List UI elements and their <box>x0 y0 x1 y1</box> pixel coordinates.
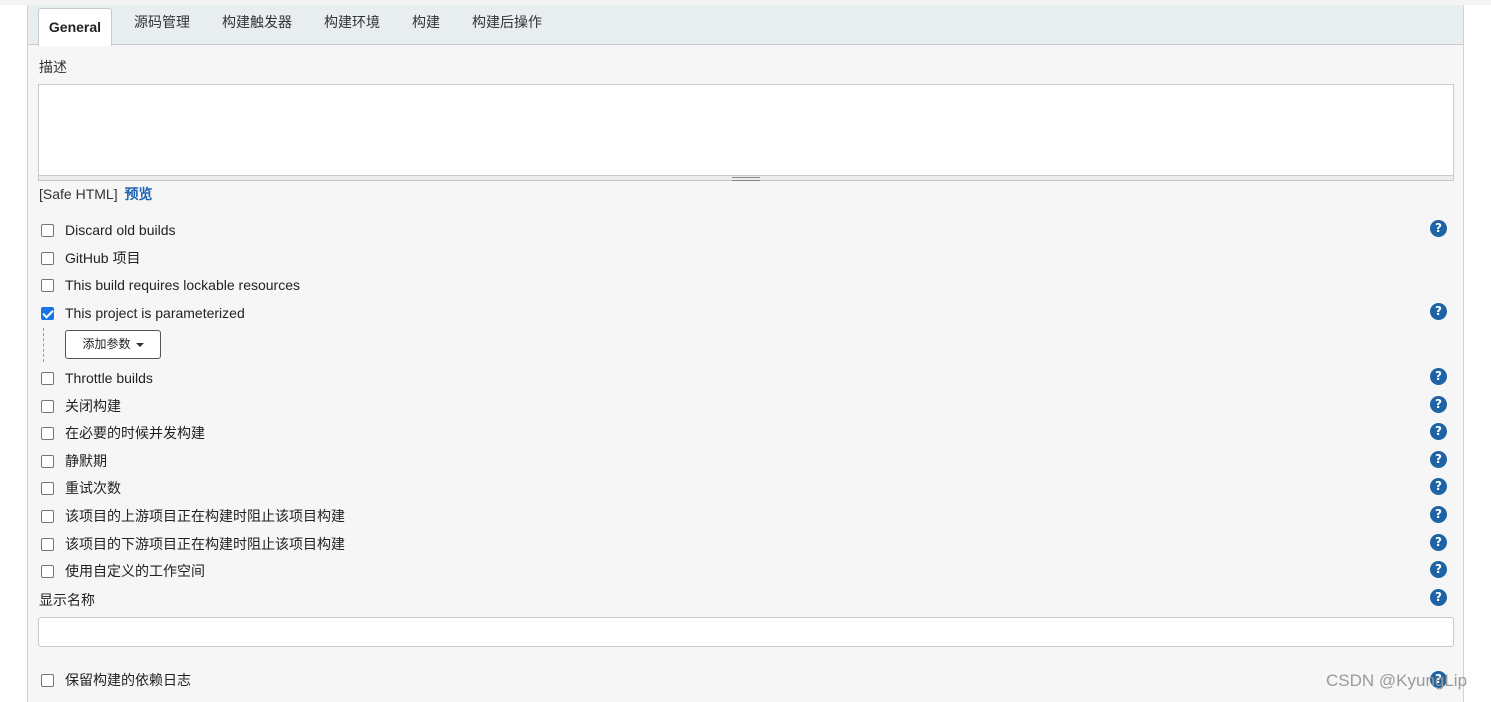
tab-post-build[interactable]: 构建后操作 <box>472 5 542 39</box>
tab-build[interactable]: 构建 <box>412 5 440 39</box>
tab-build-environment[interactable]: 构建环境 <box>324 5 380 39</box>
help-icon[interactable]: ? <box>1430 303 1447 320</box>
option-retry-count[interactable]: 重试次数 <box>41 478 121 498</box>
checkbox[interactable] <box>41 371 54 385</box>
help-icon[interactable]: ? <box>1430 396 1447 413</box>
checkbox-checked[interactable] <box>41 306 54 320</box>
checkbox[interactable] <box>41 278 54 292</box>
option-label: 重试次数 <box>65 480 121 496</box>
option-concurrent-builds[interactable]: 在必要的时候并发构建 <box>41 423 205 443</box>
display-name-input[interactable] <box>38 617 1454 647</box>
checkbox[interactable] <box>41 251 54 265</box>
chevron-down-icon <box>135 342 144 347</box>
description-label: 描述 <box>39 59 67 75</box>
option-quiet-period[interactable]: 静默期 <box>41 451 107 471</box>
option-label: Throttle builds <box>65 370 153 386</box>
safe-html-label: [Safe HTML] <box>39 186 118 202</box>
safe-html-note: [Safe HTML] 预览 <box>39 184 152 204</box>
description-textarea[interactable] <box>38 84 1454 181</box>
checkbox[interactable] <box>41 454 54 468</box>
option-parameterized[interactable]: This project is parameterized <box>41 303 245 323</box>
option-discard-old-builds[interactable]: Discard old builds <box>41 220 176 240</box>
add-parameter-label: 添加参数 <box>82 337 131 351</box>
help-icon[interactable]: ? <box>1430 220 1447 237</box>
option-lockable-resources[interactable]: This build requires lockable resources <box>41 275 300 295</box>
help-icon[interactable]: ? <box>1430 478 1447 495</box>
option-block-downstream[interactable]: 该项目的下游项目正在构建时阻止该项目构建 <box>41 534 345 554</box>
preview-link[interactable]: 预览 <box>124 186 152 202</box>
checkbox[interactable] <box>41 537 54 551</box>
checkbox[interactable] <box>41 426 54 440</box>
checkbox[interactable] <box>41 673 54 687</box>
checkbox[interactable] <box>41 223 54 237</box>
option-custom-workspace[interactable]: 使用自定义的工作空间 <box>41 561 205 581</box>
display-name-label: 显示名称 <box>39 592 95 608</box>
tab-general[interactable]: General <box>38 8 112 46</box>
tab-build-triggers[interactable]: 构建触发器 <box>222 5 292 39</box>
option-label: 该项目的上游项目正在构建时阻止该项目构建 <box>65 508 345 524</box>
checkbox[interactable] <box>41 509 54 523</box>
help-icon[interactable]: ? <box>1430 451 1447 468</box>
textarea-resize-handle[interactable] <box>38 175 1454 181</box>
option-label: 在必要的时候并发构建 <box>65 425 205 441</box>
option-github-project[interactable]: GitHub 项目 <box>41 248 140 268</box>
option-label: This build requires lockable resources <box>65 277 300 293</box>
checkbox[interactable] <box>41 399 54 413</box>
option-label: 静默期 <box>65 453 107 469</box>
config-panel: General 源码管理 构建触发器 构建环境 构建 构建后操作 描述 [Saf… <box>27 5 1464 702</box>
help-icon[interactable]: ? <box>1430 423 1447 440</box>
help-icon[interactable]: ? <box>1430 534 1447 551</box>
option-label: This project is parameterized <box>65 305 245 321</box>
help-icon[interactable]: ? <box>1430 506 1447 523</box>
option-keep-dependency-log[interactable]: 保留构建的依赖日志 <box>41 670 191 690</box>
checkbox[interactable] <box>41 564 54 578</box>
option-label: 使用自定义的工作空间 <box>65 563 205 579</box>
csdn-watermark: CSDN @KyungLip <box>1326 671 1468 690</box>
tab-scm[interactable]: 源码管理 <box>134 5 190 39</box>
help-icon[interactable]: ? <box>1430 368 1447 385</box>
option-disable-build[interactable]: 关闭构建 <box>41 396 121 416</box>
add-parameter-button[interactable]: 添加参数 <box>65 330 161 359</box>
help-icon[interactable]: ? <box>1430 561 1447 578</box>
option-throttle-builds[interactable]: Throttle builds <box>41 368 153 388</box>
option-block-upstream[interactable]: 该项目的上游项目正在构建时阻止该项目构建 <box>41 506 345 526</box>
tab-bar: General 源码管理 构建触发器 构建环境 构建 构建后操作 <box>28 5 1463 46</box>
checkbox[interactable] <box>41 481 54 495</box>
option-label: 该项目的下游项目正在构建时阻止该项目构建 <box>65 536 345 552</box>
help-icon[interactable]: ? <box>1430 589 1447 606</box>
option-label: Discard old builds <box>65 222 176 238</box>
option-label: 关闭构建 <box>65 398 121 414</box>
option-label: GitHub 项目 <box>65 250 141 266</box>
option-label: 保留构建的依赖日志 <box>65 672 191 688</box>
